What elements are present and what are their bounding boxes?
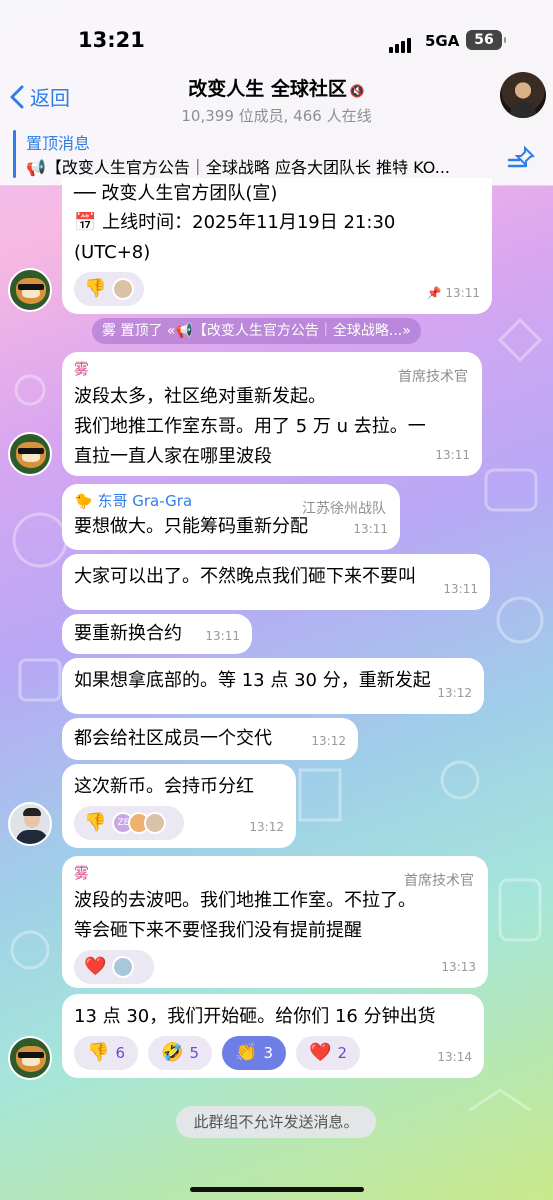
message-bubble[interactable]: 要重新换合约 13:11 [62,614,252,654]
thumbs-down-icon: 👎 [84,812,107,833]
thumbs-down-icon: 👎 [84,278,107,299]
status-time: 13:21 [78,28,145,52]
message-time: 13:11 [443,582,478,596]
group-avatar[interactable] [500,72,546,118]
message-bubble[interactable]: 雾 首席技术官 波段太多，社区绝对重新发起。 我们地推工作室东哥。用了 5 万 … [62,352,482,476]
heart-icon: ❤️ [309,1042,332,1063]
avatar[interactable] [8,268,52,312]
network-label: 5GA [425,32,460,50]
mute-icon: 🔇 [349,84,365,98]
message-text-line: 等会砸下来不要怪我们没有提前提醒 [74,920,362,941]
avatar[interactable] [8,432,52,476]
reaction-row: 👎 [74,272,480,306]
reaction-heart[interactable]: ❤️ [74,950,154,984]
pinned-text: 📢【改变人生官方公告｜全球战略 应各大团队长 推特 KO... [26,158,451,177]
message-text: 13 点 30，我们开始砸。给你们 16 分钟出货 [74,1006,436,1027]
heart-icon: ❤️ [84,956,107,977]
message-text: 这次新币。会持币分红 [74,776,254,797]
message-text: 如果想拿底部的。等 13 点 30 分，重新发起 [74,670,431,691]
avatar[interactable] [8,1036,52,1080]
message-time: 13:12 [311,734,346,748]
message-text: 大家可以出了。不然晚点我们砸下来不要叫 [74,566,416,587]
reaction-row: ❤️ [74,950,476,984]
reaction-thumbs-down[interactable]: 👎 6 [74,1036,138,1070]
reactor-avatar [112,278,135,300]
reaction-clapping[interactable]: 👏 3 [222,1036,286,1070]
chat-title: 改变人生 全球社区 [188,78,347,100]
chat-header[interactable]: 改变人生 全球社区 🔇 10,399 位成员, 466 人在线 [0,74,553,126]
message-time: 13:12 [437,686,472,700]
reaction-count: 5 [189,1044,199,1062]
reaction-heart[interactable]: ❤️ 2 [296,1036,360,1070]
pin-list-icon[interactable] [507,144,537,170]
reaction-thumbs-down[interactable]: 👎 [74,272,145,306]
message-text-line: ── 改变人生官方团队(宣) [74,183,278,204]
laughing-icon: 🤣 [161,1042,184,1063]
message-time: 13:11 [205,629,240,643]
message-bubble[interactable]: 雾 首席技术官 波段的去波吧。我们地推工作室。不拉了。 等会砸下来不要怪我们没有… [62,856,488,988]
status-bar: 13:21 5GA 56 [0,26,553,56]
message-text-line: (UTC+8) [74,242,151,263]
avatar[interactable] [8,802,52,846]
clapping-icon: 👏 [235,1042,258,1063]
reaction-count: 2 [337,1044,347,1062]
message-time: 📌 13:11 [426,286,480,300]
reactor-avatar [144,812,167,834]
pinned-message-bar[interactable]: 置顶消息 📢【改变人生官方公告｜全球战略 应各大团队长 推特 KO... [0,124,553,186]
message-bubble[interactable]: 🐤 东哥 Gra-Gra 江苏徐州战队 要想做大。只能筹码重新分配 13:11 [62,484,400,550]
pinned-label: 置顶消息 [26,134,91,153]
top-bar: 13:21 5GA 56 返回 改变人生 全球社区 🔇 10,399 位成员, 4… [0,0,553,186]
message-bubble[interactable]: 都会给社区成员一个交代 13:12 [62,718,358,760]
battery-icon: 56 [466,30,506,50]
message-time: 13:11 [435,448,470,462]
message-bubble[interactable]: 这次新币。会持币分红 👎 ZE 13:12 [62,764,296,848]
message-text-line: 我们地推工作室东哥。用了 5 万 u 去拉。一 [74,416,426,437]
reaction-count: 3 [263,1044,273,1062]
signal-icon [389,34,413,53]
system-pin-notice: 雾 置顶了 «📢【改变人生官方公告｜全球战略...» [92,318,421,344]
sender-rank: 首席技术官 [404,873,474,889]
reaction-count: 6 [115,1044,125,1062]
thumbs-down-icon: 👎 [87,1042,110,1063]
reaction-laughing[interactable]: 🤣 5 [148,1036,212,1070]
message-time: 13:12 [249,820,284,834]
message-bubble[interactable]: 如果想拿底部的。等 13 点 30 分，重新发起 13:12 [62,658,484,714]
message-text: 都会给社区成员一个交代 [74,728,272,749]
reactor-avatar [112,956,135,978]
reaction-row: 👎 6 🤣 5 👏 3 ❤️ 2 [74,1036,472,1070]
reaction-thumbs-down[interactable]: 👎 ZE [74,806,184,840]
read-only-notice: 此群组不允许发送消息。 [176,1106,376,1138]
sender-rank: 首席技术官 [398,369,468,385]
message-time: 13:11 [353,522,388,536]
message-text-line: 直拉一直人家在哪里波段 [74,446,272,467]
message-bubble[interactable]: 大家可以出了。不然晚点我们砸下来不要叫 13:11 [62,554,490,610]
message-text-line: 📅 上线时间：2025年11月19日 21:30 [74,212,396,233]
message-time: 13:14 [437,1050,472,1064]
message-time: 13:13 [441,960,476,974]
message-bubble[interactable]: 13 点 30，我们开始砸。给你们 16 分钟出货 👎 6 🤣 5 👏 3 ❤️ 2 1… [62,994,484,1078]
pinned-indicator [13,130,16,178]
message-bubble[interactable]: ── 改变人生官方团队(宣) 📅 上线时间：2025年11月19日 21:30 … [62,178,492,314]
member-count: 10,399 位成员, 466 人在线 [181,107,372,125]
home-indicator[interactable] [190,1187,364,1192]
